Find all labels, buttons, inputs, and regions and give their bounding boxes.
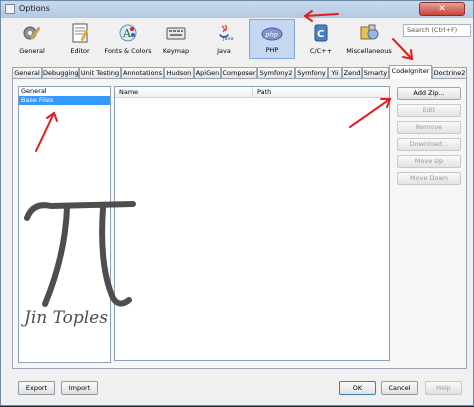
export-button[interactable]: Export [18, 381, 55, 395]
base-files-table[interactable]: Name Path [114, 86, 390, 361]
tab-composer[interactable]: Composer [221, 67, 257, 78]
category-label: Fonts & Colors [104, 47, 152, 55]
column-header-name[interactable]: Name [115, 87, 253, 98]
tab-doctrine2[interactable]: Doctrine2 [432, 67, 467, 78]
editor-icon [72, 23, 89, 43]
category-java[interactable]: Java Java [206, 19, 242, 59]
cpp-icon: C [314, 24, 328, 42]
svg-text:C: C [317, 29, 324, 40]
tab-codeigniter[interactable]: CodeIgniter [389, 65, 432, 79]
close-button[interactable]: ✕ [419, 2, 465, 16]
category-label: Editor [70, 47, 90, 55]
category-miscellaneous[interactable]: Miscellaneous [343, 19, 395, 59]
add-zip-button[interactable]: Add Zip... [397, 87, 461, 100]
php-icon: php [261, 27, 283, 41]
category-label: Keymap [162, 47, 190, 55]
category-label: Miscellaneous [346, 47, 392, 55]
nav-item-base-files[interactable]: Base Files [19, 96, 110, 105]
edit-button[interactable]: Edit [397, 104, 461, 117]
tab-unit-testing[interactable]: Unit Testing [79, 67, 121, 78]
keymap-icon [166, 27, 186, 40]
gear-icon [23, 26, 41, 40]
window-icon [5, 4, 15, 14]
help-button[interactable]: Help [425, 381, 462, 395]
svg-text:php: php [265, 31, 278, 39]
nav-item-general[interactable]: General [19, 87, 110, 96]
tab-symfony2[interactable]: Symfony2 [257, 67, 295, 78]
tab-strip: General Debugging Unit Testing Annotatio… [12, 65, 467, 79]
options-window: Options ✕ General Editor A Fonts & Color… [0, 0, 474, 406]
category-fonts-colors[interactable]: A Fonts & Colors [102, 19, 154, 59]
category-editor[interactable]: Editor [62, 19, 98, 59]
search-input[interactable]: Search (Ctrl+F) [403, 24, 471, 37]
ok-button[interactable]: OK [339, 381, 376, 395]
category-php[interactable]: php PHP [249, 19, 295, 59]
tab-apigen[interactable]: ApiGen [194, 67, 221, 78]
tab-zend[interactable]: Zend [342, 67, 362, 78]
tab-symfony[interactable]: Symfony [295, 67, 328, 78]
remove-button[interactable]: Remove [397, 121, 461, 134]
tab-general[interactable]: General [12, 67, 42, 78]
tab-debugging[interactable]: Debugging [42, 67, 79, 78]
category-cpp[interactable]: C C/C++ [301, 19, 341, 59]
window-title: Options [19, 4, 50, 13]
fonts-colors-icon: A [119, 24, 137, 42]
category-keymap[interactable]: Keymap [158, 19, 194, 59]
svg-text:Java: Java [222, 36, 234, 42]
import-button[interactable]: Import [61, 381, 98, 395]
cancel-button[interactable]: Cancel [381, 381, 418, 395]
tab-annotations[interactable]: Annotations [121, 67, 164, 78]
miscellaneous-icon [360, 24, 379, 40]
column-header-path[interactable]: Path [253, 87, 389, 98]
tab-smarty[interactable]: Smarty [362, 67, 389, 78]
tab-hudson[interactable]: Hudson [164, 67, 194, 78]
download-button[interactable]: Download... [397, 138, 461, 151]
tab-yii[interactable]: Yii [328, 67, 342, 78]
java-icon: Java [219, 24, 234, 42]
arrow-to-codeigniter-tab [392, 38, 414, 61]
category-label: PHP [265, 46, 279, 54]
category-label: Java [217, 47, 231, 55]
move-down-button[interactable]: Move Down [397, 172, 461, 185]
watermark-text: Jin Toples [24, 308, 108, 328]
category-general[interactable]: General [13, 19, 51, 59]
move-up-button[interactable]: Move Up [397, 155, 461, 168]
category-label: General [19, 47, 45, 55]
title-bar[interactable]: Options ✕ [1, 1, 473, 18]
category-label: C/C++ [309, 47, 333, 55]
